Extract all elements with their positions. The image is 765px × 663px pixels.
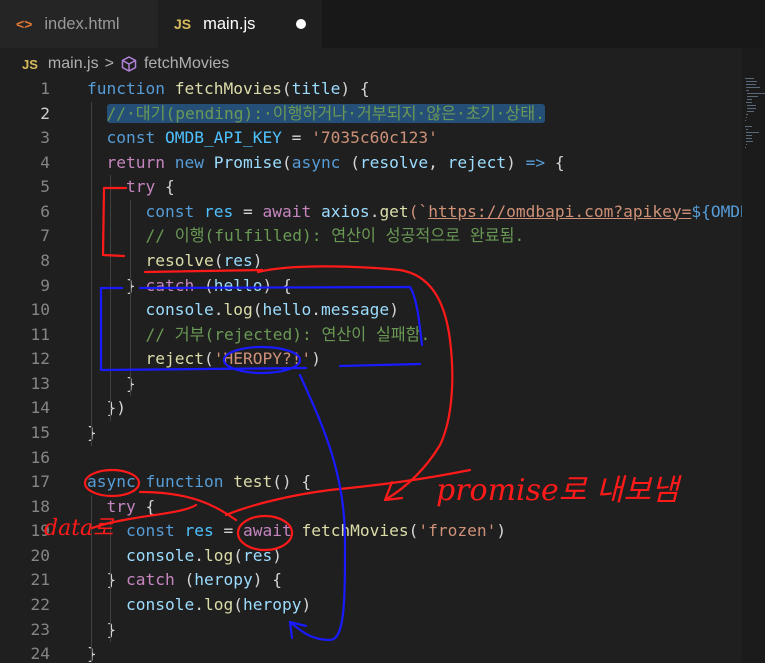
catch-box <box>99 285 424 372</box>
promise-handwritten-note: promise로 내보냄 <box>436 473 679 508</box>
await-circle <box>236 514 294 552</box>
reject-to-catch-line <box>288 373 347 642</box>
catch-to-promise-curve <box>256 265 454 502</box>
data-handwritten-note: data로 <box>44 516 114 541</box>
async-circle <box>83 468 141 498</box>
resolve-underline <box>143 268 264 274</box>
try-bracket <box>101 186 128 258</box>
ink-annotations <box>83 186 472 642</box>
await-to-note-line <box>224 468 472 517</box>
